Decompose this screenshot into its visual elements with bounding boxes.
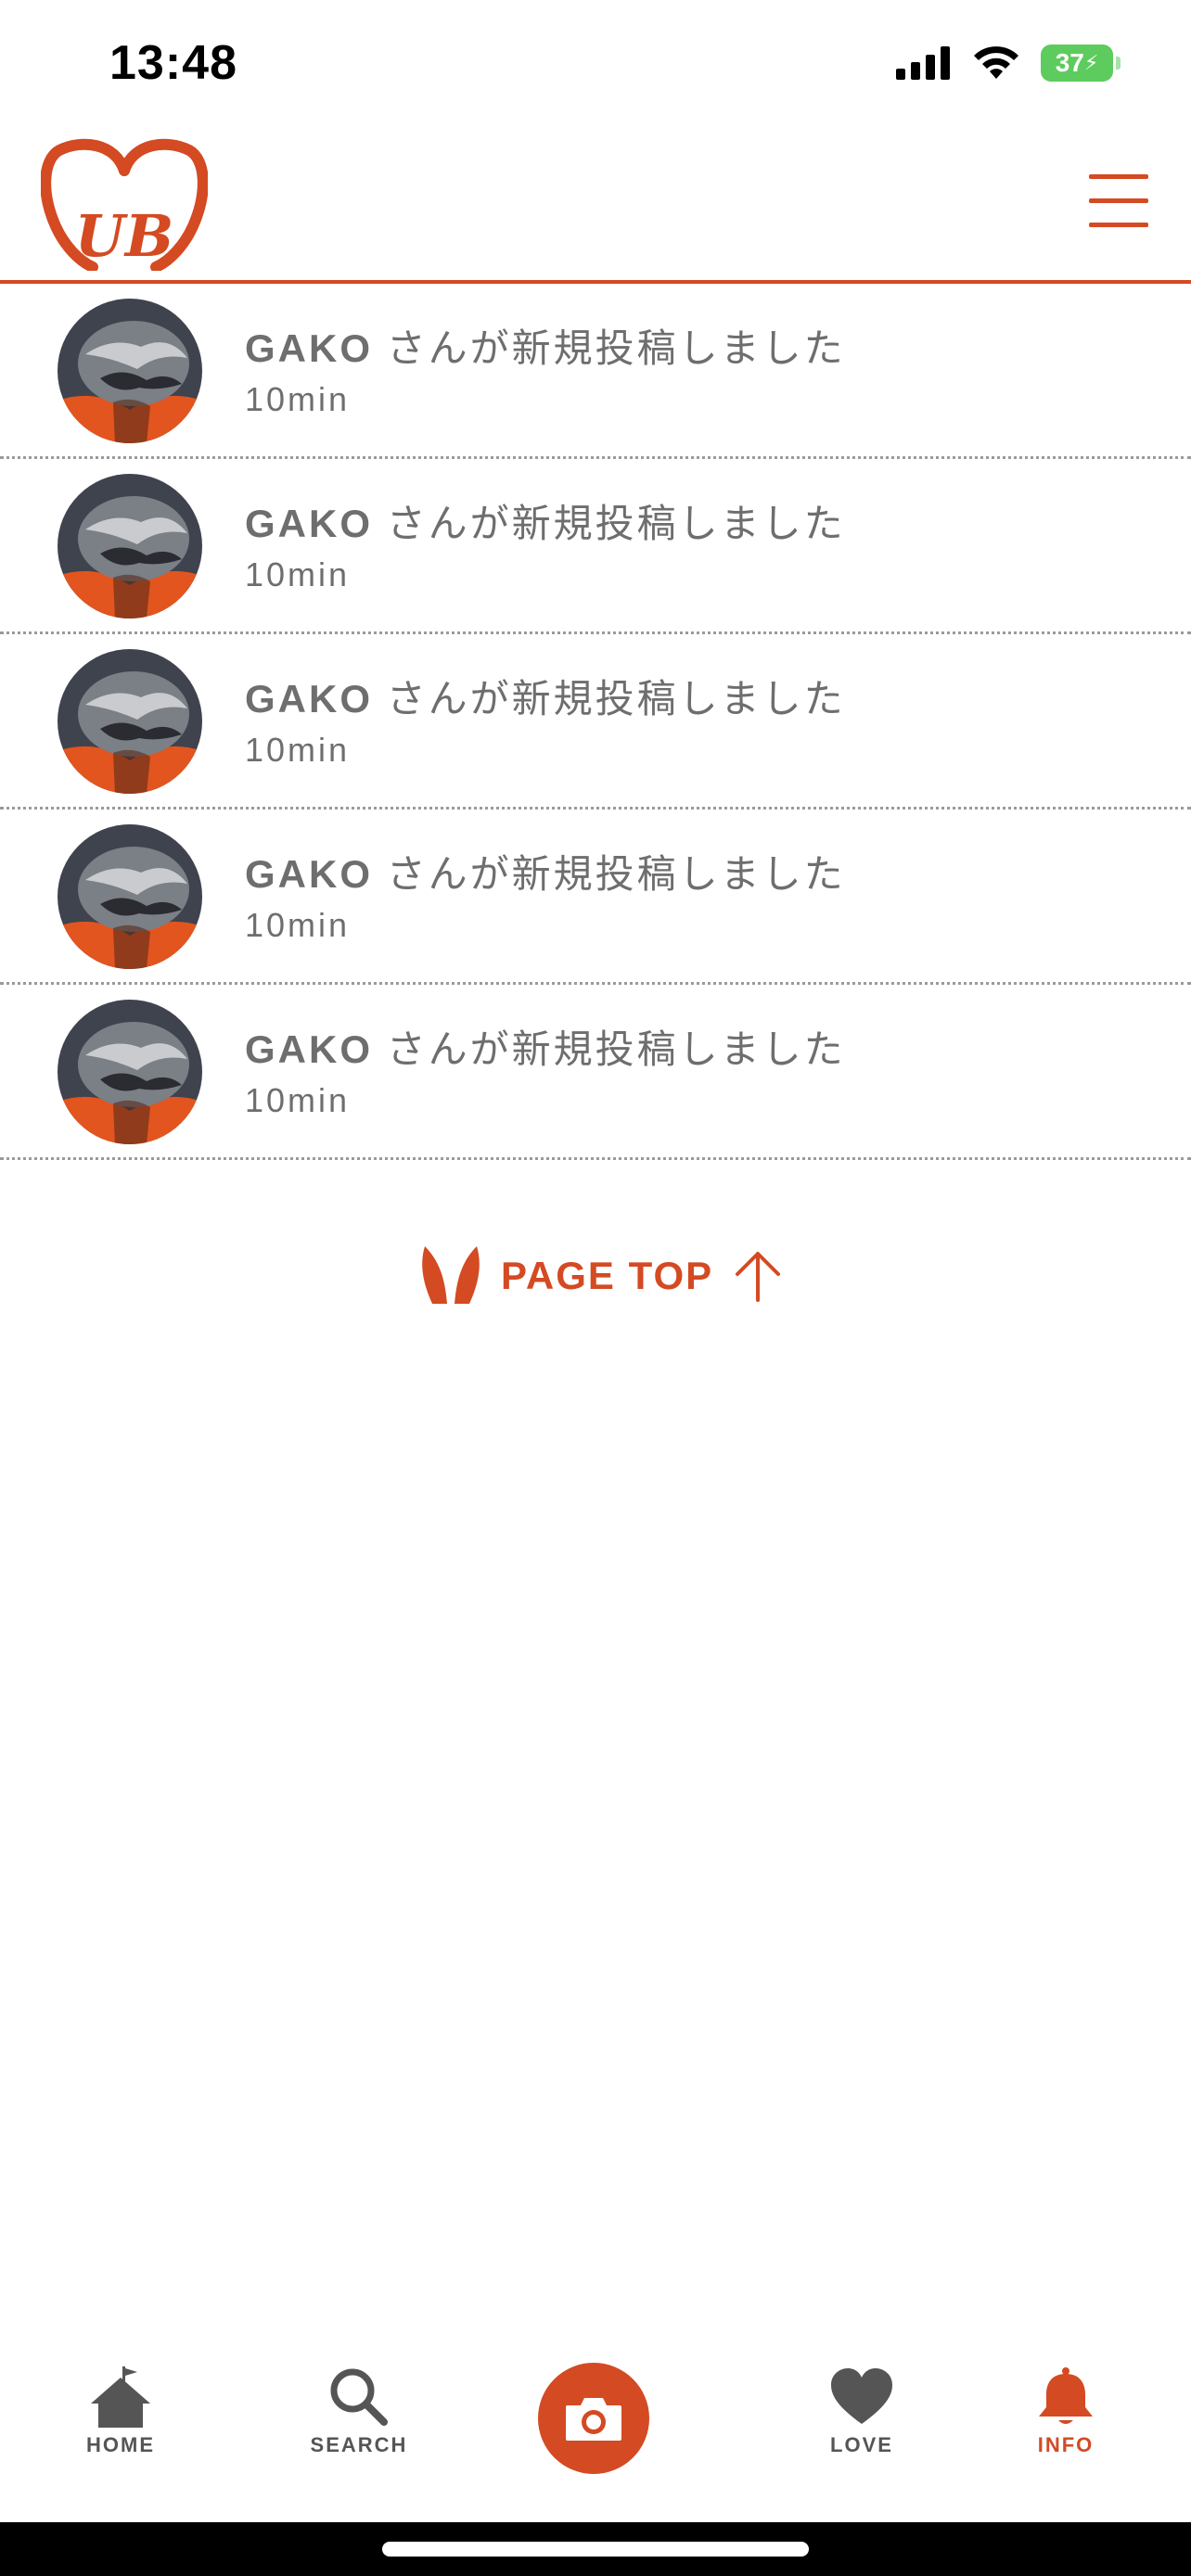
feed-title: GAKO さんが新規投稿しました bbox=[245, 492, 846, 549]
list-item[interactable]: GAKO さんが新規投稿しました 10min bbox=[0, 284, 1191, 459]
arrow-up-icon bbox=[736, 1252, 781, 1302]
page-top-label: PAGE TOP bbox=[501, 1254, 714, 1297]
status-icons: 37 ⚡ bbox=[896, 45, 1121, 82]
feed-title: GAKO さんが新規投稿しました bbox=[245, 843, 846, 899]
timestamp: 10min bbox=[245, 906, 351, 944]
list-item[interactable]: GAKO さんが新規投稿しました 10min bbox=[0, 810, 1191, 985]
avatar[interactable] bbox=[58, 474, 202, 618]
avatar[interactable] bbox=[58, 299, 202, 443]
timestamp: 10min bbox=[245, 555, 351, 593]
ub-logo[interactable]: UB bbox=[41, 137, 208, 271]
nav-info[interactable]: INFO bbox=[992, 2366, 1140, 2457]
bottom-nav: HOME SEARCH LOVE INFO bbox=[0, 2344, 1191, 2522]
feed-message: さんが新規投稿しました bbox=[373, 326, 846, 370]
user-name[interactable]: GAKO bbox=[245, 1027, 373, 1071]
list-item[interactable]: GAKO さんが新規投稿しました 10min bbox=[0, 634, 1191, 810]
nav-home-label: HOME bbox=[86, 2433, 155, 2456]
feed-title: GAKO さんが新規投稿しました bbox=[245, 668, 846, 724]
nav-love[interactable]: LOVE bbox=[788, 2366, 936, 2457]
avatar[interactable] bbox=[58, 649, 202, 794]
user-name[interactable]: GAKO bbox=[245, 326, 373, 370]
list-item[interactable]: GAKO さんが新規投稿しました 10min bbox=[0, 985, 1191, 1160]
heart-icon bbox=[831, 2368, 892, 2424]
app-header: UB bbox=[0, 130, 1191, 284]
bell-icon bbox=[1039, 2367, 1093, 2424]
battery-icon: 37 ⚡ bbox=[1041, 45, 1121, 82]
status-time: 13:48 bbox=[109, 36, 237, 90]
feed-message: さんが新規投稿しました bbox=[373, 852, 846, 896]
user-name[interactable]: GAKO bbox=[245, 852, 373, 896]
hamburger-menu-icon[interactable] bbox=[1089, 174, 1154, 230]
feed-title: GAKO さんが新規投稿しました bbox=[245, 1018, 846, 1075]
notification-list: GAKO さんが新規投稿しました 10min GAKO さんが新規投稿しました … bbox=[0, 284, 1191, 1160]
rabbit-ears-icon bbox=[422, 1246, 480, 1304]
avatar[interactable] bbox=[58, 1000, 202, 1144]
user-name[interactable]: GAKO bbox=[245, 677, 373, 721]
nav-info-label: INFO bbox=[1037, 2433, 1095, 2456]
home-icon bbox=[91, 2366, 150, 2428]
avatar[interactable] bbox=[58, 824, 202, 969]
logo-text: UB bbox=[75, 202, 173, 270]
timestamp: 10min bbox=[245, 380, 351, 418]
wifi-icon bbox=[974, 46, 1018, 79]
list-item[interactable]: GAKO さんが新規投稿しました 10min bbox=[0, 459, 1191, 634]
feed-message: さんが新規投稿しました bbox=[373, 502, 846, 545]
search-icon bbox=[330, 2368, 388, 2426]
feed-title: GAKO さんが新規投稿しました bbox=[245, 317, 846, 374]
camera-button[interactable] bbox=[538, 2363, 649, 2474]
timestamp: 10min bbox=[245, 731, 351, 769]
feed-message: さんが新規投稿しました bbox=[373, 1027, 846, 1071]
nav-search[interactable]: SEARCH bbox=[285, 2366, 433, 2457]
page-top-button[interactable]: PAGE TOP bbox=[419, 1243, 784, 1309]
nav-home[interactable]: HOME bbox=[46, 2366, 195, 2457]
timestamp: 10min bbox=[245, 1081, 351, 1119]
camera-icon bbox=[566, 2398, 621, 2441]
status-bar: 13:48 37 ⚡ bbox=[0, 0, 1191, 130]
home-indicator[interactable] bbox=[382, 2542, 809, 2557]
feed-message: さんが新規投稿しました bbox=[373, 677, 846, 721]
signal-icon bbox=[896, 46, 950, 80]
nav-love-label: LOVE bbox=[830, 2433, 893, 2456]
user-name[interactable]: GAKO bbox=[245, 502, 373, 545]
nav-search-label: SEARCH bbox=[310, 2433, 408, 2456]
battery-level: 37 bbox=[1055, 48, 1084, 77]
